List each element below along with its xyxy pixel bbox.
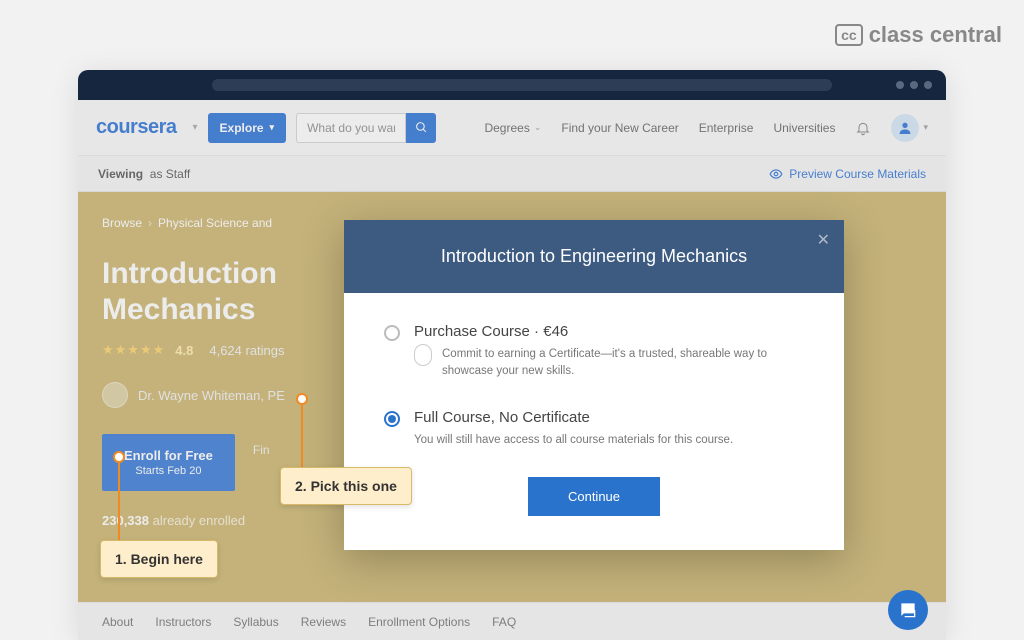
tab-enrollment-options[interactable]: Enrollment Options: [368, 615, 470, 629]
chevron-down-icon: ▾: [923, 122, 928, 133]
enroll-button[interactable]: Enroll for Free Starts Feb 20: [102, 434, 235, 491]
chevron-down-icon: ⌄: [534, 122, 542, 133]
top-nav: coursera ▾ Explore ▾ Degrees⌄ Find your …: [78, 100, 946, 156]
option-purchase-title: Purchase Course · €46: [414, 323, 804, 340]
tab-about[interactable]: About: [102, 615, 133, 629]
chevron-down-icon[interactable]: ▾: [193, 122, 198, 133]
callout-begin-here: 1. Begin here: [100, 540, 218, 578]
instructor-name: Dr. Wayne Whiteman, PE: [138, 388, 285, 403]
annotation-pin-1: [113, 451, 125, 463]
annotation-line-1: [118, 463, 120, 543]
enrollment-modal: Introduction to Engineering Mechanics ✕ …: [344, 220, 844, 550]
chevron-down-icon: ▾: [270, 122, 275, 133]
option-audit[interactable]: Full Course, No Certificate You will sti…: [384, 409, 804, 449]
search-group: [296, 113, 436, 143]
watermark: cc class central: [835, 22, 1002, 48]
avatar: [891, 114, 919, 142]
continue-button[interactable]: Continue: [528, 477, 660, 516]
nav-degrees[interactable]: Degrees⌄: [484, 121, 541, 135]
cc-badge: cc: [835, 24, 863, 46]
tab-syllabus[interactable]: Syllabus: [233, 615, 278, 629]
close-icon[interactable]: ✕: [817, 230, 830, 250]
chat-icon: [898, 600, 918, 620]
search-button[interactable]: [406, 113, 436, 143]
option-audit-title: Full Course, No Certificate: [414, 409, 733, 426]
tab-instructors[interactable]: Instructors: [155, 615, 211, 629]
annotation-pin-2: [296, 393, 308, 405]
annotation-line-2: [301, 405, 303, 470]
rating-value: 4.8: [175, 343, 193, 358]
option-purchase[interactable]: Purchase Course · €46 Commit to earning …: [384, 323, 804, 381]
nav-enterprise[interactable]: Enterprise: [699, 121, 754, 135]
bell-icon[interactable]: [855, 120, 871, 136]
explore-button[interactable]: Explore ▾: [208, 113, 287, 143]
watermark-text: class central: [869, 22, 1002, 48]
search-icon: [415, 121, 428, 134]
staff-bar: Viewing as Staff Preview Course Material…: [78, 156, 946, 192]
tab-reviews[interactable]: Reviews: [301, 615, 346, 629]
radio-audit[interactable]: [384, 411, 400, 427]
search-input[interactable]: [296, 113, 406, 143]
chat-button[interactable]: [888, 590, 928, 630]
tab-faq[interactable]: FAQ: [492, 615, 516, 629]
financial-aid-link[interactable]: Fin: [253, 443, 270, 457]
rating-count: 4,624 ratings: [209, 343, 284, 358]
explore-label: Explore: [220, 121, 264, 135]
user-menu[interactable]: ▾: [891, 114, 928, 142]
url-bar[interactable]: [212, 79, 832, 91]
nav-right: Degrees⌄ Find your New Career Enterprise…: [484, 114, 928, 142]
browser-chrome: [78, 70, 946, 100]
enroll-sublabel: Starts Feb 20: [124, 465, 213, 477]
course-tabs: About Instructors Syllabus Reviews Enrol…: [78, 602, 946, 640]
modal-title: Introduction to Engineering Mechanics: [441, 246, 747, 266]
nav-universities[interactable]: Universities: [773, 121, 835, 135]
eye-icon: [769, 167, 783, 181]
option-purchase-sub: Commit to earning a Certificate—it's a t…: [442, 346, 804, 381]
instructor-avatar: [102, 382, 128, 408]
preview-materials-link[interactable]: Preview Course Materials: [769, 167, 926, 181]
certificate-icon: [414, 344, 432, 366]
enroll-label: Enroll for Free: [124, 448, 213, 463]
callout-pick-this: 2. Pick this one: [280, 467, 412, 505]
coursera-logo[interactable]: coursera: [96, 116, 177, 139]
radio-purchase[interactable]: [384, 325, 400, 341]
nav-find-career[interactable]: Find your New Career: [561, 121, 678, 135]
modal-header: Introduction to Engineering Mechanics ✕: [344, 220, 844, 293]
stars-icon: ★★★★★: [102, 342, 165, 358]
window-controls: [896, 81, 932, 89]
option-audit-sub: You will still have access to all course…: [414, 432, 733, 449]
